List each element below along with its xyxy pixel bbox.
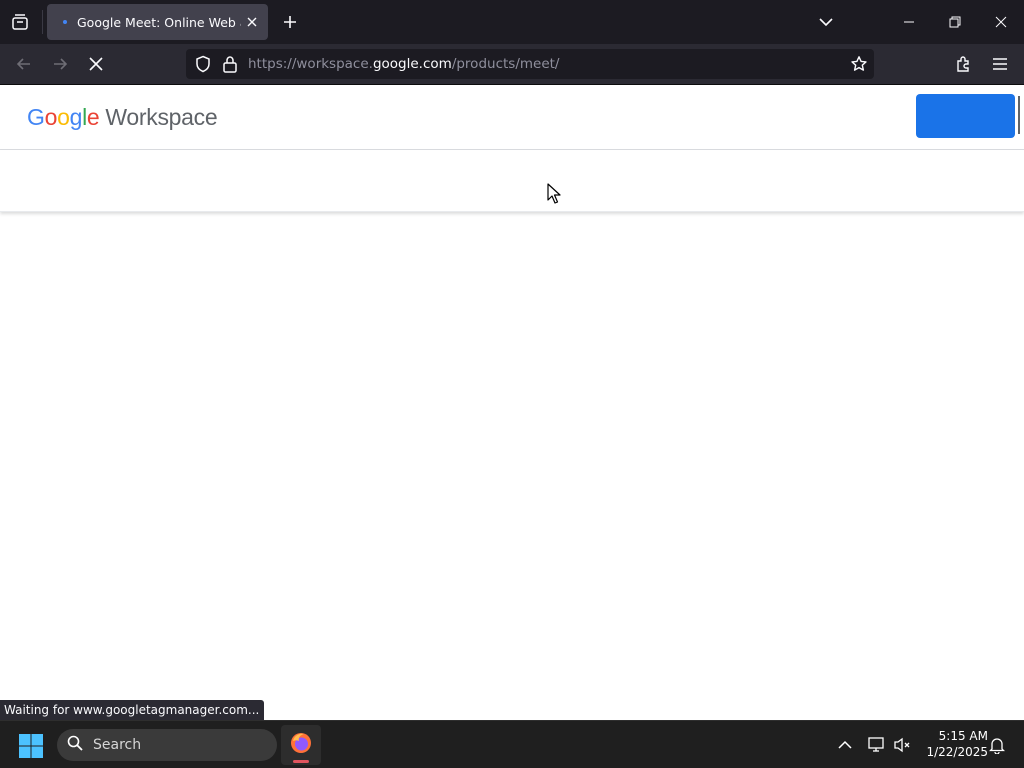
url-path: /products/meet/ xyxy=(451,56,560,72)
web-page: Google Workspace xyxy=(0,86,1024,720)
stop-loading-icon[interactable] xyxy=(82,50,110,78)
url-text[interactable]: https://workspace.google.com/products/me… xyxy=(248,56,559,72)
mouse-pointer-icon xyxy=(547,183,561,209)
close-icon[interactable] xyxy=(244,14,260,30)
restore-icon[interactable] xyxy=(932,0,978,44)
lock-icon[interactable] xyxy=(222,55,238,77)
shield-icon[interactable] xyxy=(194,55,212,77)
header-cta-button[interactable] xyxy=(916,94,1015,138)
back-arrow-icon[interactable] xyxy=(10,50,38,78)
star-icon[interactable] xyxy=(850,55,868,77)
search-label: Search xyxy=(93,737,142,753)
clock-time: 5:15 AM xyxy=(938,729,988,743)
taskbar-search-box[interactable]: Search xyxy=(57,729,277,761)
chevron-up-icon[interactable] xyxy=(834,734,856,756)
close-window-icon[interactable] xyxy=(978,0,1024,44)
logo-letter: g xyxy=(69,104,83,130)
tab-favicon-icon xyxy=(57,14,73,30)
firefox-taskbar-button[interactable] xyxy=(281,725,321,765)
url-host: google.com xyxy=(372,56,452,72)
logo-letter: o xyxy=(44,104,58,130)
volume-muted-icon[interactable] xyxy=(892,734,914,756)
sub-navigation-bar xyxy=(0,150,1024,212)
url-prefix: https://workspace. xyxy=(248,56,373,72)
bell-icon[interactable] xyxy=(986,734,1008,756)
extensions-icon[interactable] xyxy=(950,50,978,78)
chevron-down-icon[interactable] xyxy=(814,10,838,34)
active-indicator xyxy=(293,760,309,763)
minimize-icon[interactable] xyxy=(886,0,932,44)
site-header: Google Workspace xyxy=(0,86,1024,150)
windows-start-icon[interactable] xyxy=(18,733,44,759)
clock-date: 1/22/2025 xyxy=(926,745,988,759)
tab-overview-icon[interactable] xyxy=(4,6,36,38)
logo-letter: G xyxy=(27,104,45,130)
firefox-icon xyxy=(289,731,313,759)
tab-title: Google Meet: Online Web and Video Confer… xyxy=(77,14,241,30)
url-bar[interactable]: https://workspace.google.com/products/me… xyxy=(186,49,874,79)
plus-icon[interactable] xyxy=(278,10,302,34)
google-workspace-logo[interactable]: Google Workspace xyxy=(27,104,218,131)
logo-letter: e xyxy=(86,104,100,130)
browser-tab-bar: Google Meet: Online Web and Video Confer… xyxy=(0,0,1024,44)
system-clock[interactable]: 5:15 AM 1/22/2025 xyxy=(918,728,988,760)
windows-taskbar: Search 5:15 AM 1/22/2025 xyxy=(0,720,1024,768)
loading-status: Waiting for www.googletagmanager.com... xyxy=(0,700,264,720)
forward-arrow-icon[interactable] xyxy=(46,50,74,78)
logo-product-name: Workspace xyxy=(105,104,218,130)
tab-separator xyxy=(42,10,43,34)
browser-nav-bar: https://workspace.google.com/products/me… xyxy=(0,44,1024,85)
logo-letter: o xyxy=(57,104,70,130)
network-icon[interactable] xyxy=(866,734,888,756)
hamburger-menu-icon[interactable] xyxy=(986,50,1014,78)
tab-active[interactable]: Google Meet: Online Web and Video Confer… xyxy=(47,4,268,40)
scrollbar[interactable] xyxy=(1018,96,1020,134)
search-icon xyxy=(67,735,83,755)
